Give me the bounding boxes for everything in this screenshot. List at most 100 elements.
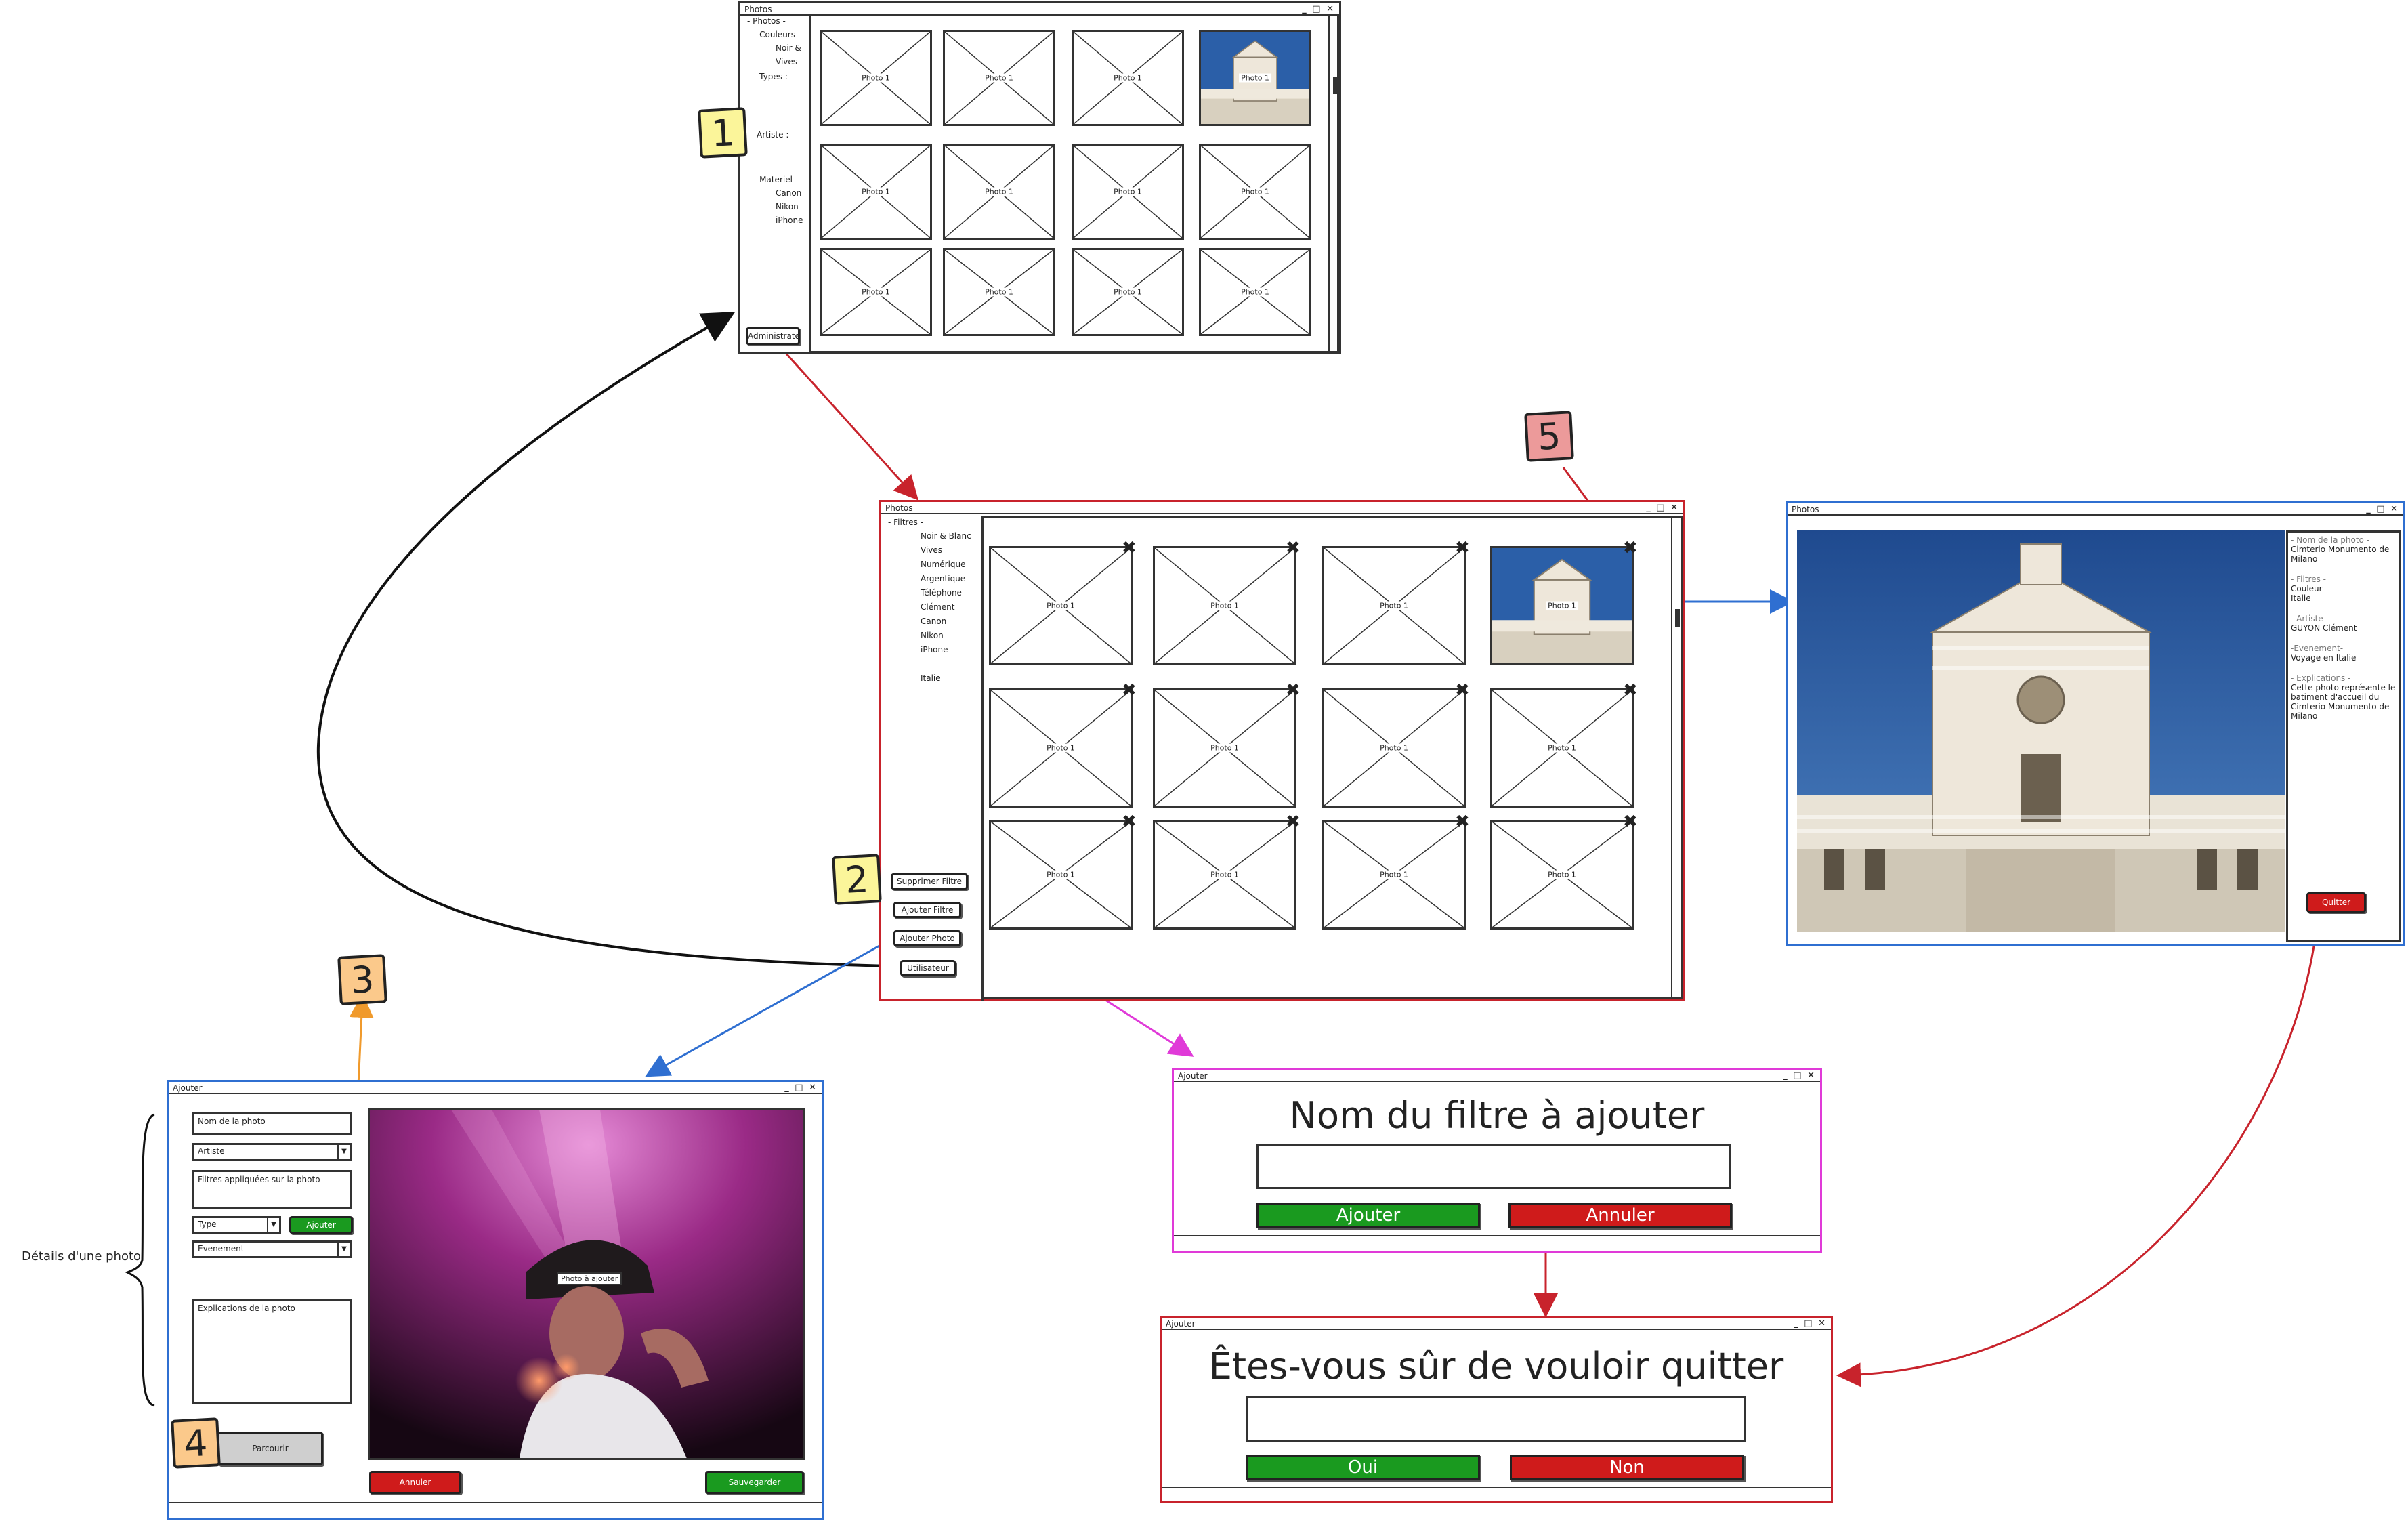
chevron-down-icon[interactable]: ▼ xyxy=(337,1243,350,1256)
utilisateur-button[interactable]: Utilisateur xyxy=(900,960,956,976)
filter-item[interactable]: iPhone xyxy=(921,643,948,656)
photo-detail-window: Photos _ □ ✕ - Nom de la photo - Cimteri… xyxy=(1786,501,2405,946)
delete-icon[interactable]: ✖ xyxy=(1623,813,1638,831)
delete-icon[interactable]: ✖ xyxy=(1286,682,1301,699)
sidebar-item-vives[interactable]: Vives xyxy=(776,55,797,68)
sidebar-item-canon[interactable]: Canon xyxy=(776,186,801,200)
supprimer-filtre-button[interactable]: Supprimer Filtre xyxy=(891,873,968,890)
window-controls[interactable]: _ □ ✕ xyxy=(2366,503,2399,516)
dialog-annuler-button[interactable]: Annuler xyxy=(1508,1203,1732,1228)
scrollbar[interactable] xyxy=(1671,517,1681,998)
filter-item[interactable]: Argentique xyxy=(921,572,965,585)
photo-thumbnail[interactable]: Photo 1 xyxy=(943,144,1055,240)
photo-thumbnail-real[interactable]: Photo 1 xyxy=(1199,30,1311,126)
explications-input[interactable]: Explications de la photo xyxy=(192,1299,352,1404)
photo-thumbnail[interactable]: Photo 1 xyxy=(1072,144,1184,240)
nom-photo-input[interactable]: Nom de la photo xyxy=(192,1112,352,1135)
annuler-button[interactable]: Annuler xyxy=(369,1471,461,1494)
photo-thumbnail[interactable]: Photo 1 xyxy=(1322,546,1466,665)
thumbnail-label: Photo 1 xyxy=(1546,743,1578,753)
photo-thumbnail[interactable]: Photo 1 xyxy=(1490,688,1634,808)
dialog-non-button[interactable]: Non xyxy=(1510,1455,1744,1480)
scrollbar[interactable] xyxy=(1328,16,1338,352)
window-controls[interactable]: _ □ ✕ xyxy=(1794,1318,1827,1330)
ajouter-filtre-button[interactable]: Ajouter Filtre xyxy=(893,902,961,918)
filter-item[interactable]: Canon xyxy=(921,614,946,628)
filter-item[interactable]: Téléphone xyxy=(921,586,962,600)
detail-info-panel: - Nom de la photo - Cimterio Monumento d… xyxy=(2286,530,2401,942)
chevron-down-icon[interactable]: ▼ xyxy=(267,1218,279,1232)
photo-thumbnail[interactable]: Photo 1 xyxy=(820,30,932,126)
photo-thumbnail[interactable]: Photo 1 xyxy=(943,248,1055,336)
photo-thumbnail[interactable]: Photo 1 xyxy=(820,248,932,336)
filter-item[interactable]: Noir & Blanc xyxy=(921,529,971,543)
delete-icon[interactable]: ✖ xyxy=(1122,813,1137,831)
type-select[interactable]: Type ▼ xyxy=(192,1216,281,1234)
delete-icon[interactable]: ✖ xyxy=(1455,813,1470,831)
window-title: Photos xyxy=(885,503,913,513)
photo-thumbnail[interactable]: Photo 1 xyxy=(1153,820,1296,930)
photo-thumbnail[interactable]: Photo 1 xyxy=(989,820,1133,930)
thumbnail-label: Photo 1 xyxy=(1208,601,1241,610)
artiste-select[interactable]: Artiste ▼ xyxy=(192,1143,352,1161)
delete-icon[interactable]: ✖ xyxy=(1122,682,1137,699)
filter-item[interactable]: Clément xyxy=(921,600,954,614)
evenement-select[interactable]: Evenement ▼ xyxy=(192,1240,352,1258)
photo-thumbnail[interactable]: Photo 1 xyxy=(1072,248,1184,336)
photo-thumbnail[interactable]: Photo 1 xyxy=(1153,546,1296,665)
arrow-ajouter-photo-to-form xyxy=(645,937,893,1077)
chevron-down-icon[interactable]: ▼ xyxy=(337,1145,350,1159)
photo-thumbnail[interactable]: Photo 1 xyxy=(1322,688,1466,808)
ajouter-filtre-photo-button[interactable]: Ajouter xyxy=(289,1216,353,1234)
filtres-input[interactable]: Filtres appliquées sur la photo xyxy=(192,1170,352,1209)
delete-icon[interactable]: ✖ xyxy=(1623,682,1638,699)
admin-button[interactable]: Administrate xyxy=(746,327,800,345)
sidebar-item-noir[interactable]: Noir & xyxy=(776,41,801,55)
scroll-thumb[interactable] xyxy=(1333,77,1338,94)
scroll-thumb[interactable] xyxy=(1675,609,1680,627)
photo-thumbnail[interactable]: Photo 1 xyxy=(820,144,932,240)
delete-icon[interactable]: ✖ xyxy=(1455,682,1470,699)
artiste-label: - Artiste - xyxy=(2291,614,2329,623)
filter-item[interactable]: Italie xyxy=(921,671,941,685)
photo-thumbnail[interactable]: Photo 1 xyxy=(943,30,1055,126)
photo-thumbnail[interactable]: Photo 1 xyxy=(1153,688,1296,808)
sidebar-item-artiste[interactable]: Artiste : - xyxy=(757,128,795,142)
window-controls[interactable]: _ □ ✕ xyxy=(784,1082,818,1094)
photo-thumbnail-real[interactable]: Photo 1 xyxy=(1490,546,1634,665)
filter-item[interactable]: Nikon xyxy=(921,629,944,642)
parcourir-button[interactable]: Parcourir xyxy=(217,1432,323,1465)
sidebar-item-types[interactable]: - Types : - xyxy=(754,70,793,83)
sidebar-item-nikon[interactable]: Nikon xyxy=(776,200,799,213)
photo-thumbnail[interactable]: Photo 1 xyxy=(1199,144,1311,240)
sidebar-photos-heading: - Photos - xyxy=(747,16,786,26)
sidebar-item-iphone[interactable]: iPhone xyxy=(776,213,803,227)
filter-item[interactable]: Numérique xyxy=(921,558,966,571)
explications-value: Cette photo représente le batiment d'acc… xyxy=(2291,683,2396,721)
photo-thumbnail[interactable]: Photo 1 xyxy=(1199,248,1311,336)
delete-icon[interactable]: ✖ xyxy=(1623,539,1638,557)
delete-icon[interactable]: ✖ xyxy=(1122,539,1137,557)
delete-icon[interactable]: ✖ xyxy=(1286,539,1301,557)
sidebar-item-couleurs[interactable]: - Couleurs - xyxy=(754,28,801,41)
photo-thumbnail[interactable]: Photo 1 xyxy=(989,546,1133,665)
quitter-button[interactable]: Quitter xyxy=(2306,892,2366,913)
window-title: Photos xyxy=(1792,505,1819,514)
sidebar-item-materiel[interactable]: - Materiel - xyxy=(754,173,798,186)
photo-thumbnail[interactable]: Photo 1 xyxy=(1490,820,1634,930)
ajouter-photo-button[interactable]: Ajouter Photo xyxy=(893,930,961,946)
window-controls[interactable]: _ □ ✕ xyxy=(1646,502,1679,514)
dialog-oui-button[interactable]: Oui xyxy=(1246,1455,1480,1480)
photo-thumbnail[interactable]: Photo 1 xyxy=(1072,30,1184,126)
photo-thumbnail[interactable]: Photo 1 xyxy=(1322,820,1466,930)
delete-icon[interactable]: ✖ xyxy=(1455,539,1470,557)
window-controls[interactable]: _ □ ✕ xyxy=(1783,1070,1816,1082)
dialog-ajouter-button[interactable]: Ajouter xyxy=(1256,1203,1480,1228)
evenement-label: -Evenement- xyxy=(2291,644,2344,653)
delete-icon[interactable]: ✖ xyxy=(1286,813,1301,831)
photo-thumbnail[interactable]: Photo 1 xyxy=(989,688,1133,808)
sticky-note-1: 1 xyxy=(698,107,748,159)
filter-item[interactable]: Vives xyxy=(921,543,942,557)
filter-name-input[interactable] xyxy=(1256,1144,1731,1189)
sauvegarder-button[interactable]: Sauvegarder xyxy=(705,1471,804,1494)
